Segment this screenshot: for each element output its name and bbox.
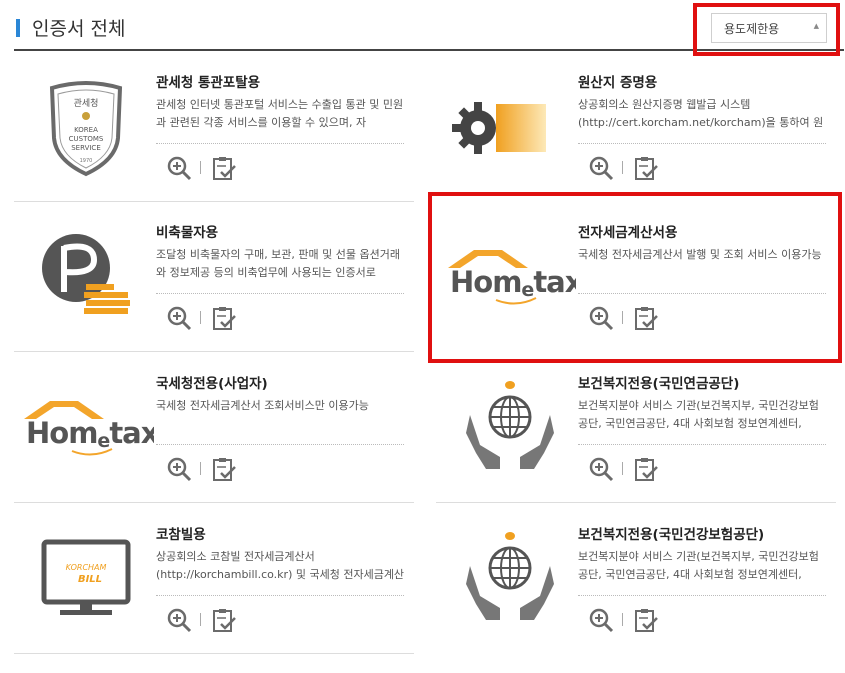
dotted-divider [156, 293, 404, 294]
zoom-in-icon[interactable] [588, 456, 614, 482]
cert-card-origin[interactable]: 원산지 증명용 상공회의소 원산지증명 웹발급 시스템 (http://cert… [436, 52, 836, 202]
zoom-in-icon[interactable] [166, 607, 192, 633]
hometax-part3: tax. [109, 416, 154, 450]
zoom-in-icon[interactable] [166, 305, 192, 331]
cert-card-stockpile[interactable]: 비축물자용 조달청 비축물자의 구매, 보관, 판매 및 선물 옵션거래와 정보… [14, 202, 414, 352]
zoom-in-icon[interactable] [166, 456, 192, 482]
title-accent-bar [16, 19, 20, 37]
bill-text: BILL [78, 574, 102, 585]
svg-text:Hometax.: Hometax. [26, 416, 154, 452]
cert-name[interactable]: 보건복지전용(국민연금공단) [578, 372, 739, 392]
cert-actions [166, 155, 266, 183]
cert-actions [588, 155, 688, 183]
cert-name[interactable]: 코참빌용 [156, 523, 206, 543]
action-divider [200, 311, 201, 324]
cert-name[interactable]: 관세청 통관포탈용 [156, 71, 260, 91]
action-divider [200, 462, 201, 475]
clipboard-check-icon[interactable] [211, 305, 237, 331]
cert-desc: 관세청 인터넷 통관포털 서비스는 수출입 통관 및 민원과 관련된 각종 서비… [156, 98, 404, 129]
cert-card-customs[interactable]: 관세청 KOREA CUSTOMS SERVICE 1970 관세청 통관포탈용… [14, 52, 414, 202]
cert-name[interactable]: 비축물자용 [156, 221, 218, 241]
action-divider [622, 462, 623, 475]
hometax-logo: Hometax. [14, 353, 169, 503]
dotted-divider [156, 444, 404, 445]
emblem-line-2: CUSTOMS [69, 135, 104, 143]
cert-desc: 상공회의소 원산지증명 웹발급 시스템 (http://cert.korcham… [578, 98, 824, 129]
pps-coin-logo [14, 202, 154, 352]
action-divider [622, 161, 623, 174]
card-separator [14, 351, 414, 352]
dotted-divider [578, 143, 826, 144]
emblem-line-1: KOREA [74, 126, 98, 134]
highlight-box-etax-card [428, 192, 842, 363]
zoom-in-icon[interactable] [588, 155, 614, 181]
cert-card-nps[interactable]: 보건복지전용(국민연금공단) 보건복지분야 서비스 기관(보건복지부, 국민건강… [436, 353, 836, 503]
emblem-line-3: SERVICE [71, 144, 101, 152]
dotted-divider [578, 444, 826, 445]
hometax-part1: Hom [26, 416, 97, 450]
korchambill-monitor-logo: KORCHAM BILL [14, 504, 154, 654]
action-divider [200, 613, 201, 626]
clipboard-check-icon[interactable] [211, 155, 237, 181]
clipboard-check-icon[interactable] [633, 607, 659, 633]
cert-desc: 국세청 전자세금계산서 조회서비스만 이용가능 [156, 399, 369, 412]
zoom-in-icon[interactable] [166, 155, 192, 181]
zoom-in-icon[interactable] [588, 607, 614, 633]
korcham-text: KORCHAM [66, 563, 107, 572]
dotted-divider [156, 143, 404, 144]
action-divider [622, 613, 623, 626]
hometax-part2: e [97, 430, 109, 452]
clipboard-check-icon[interactable] [633, 155, 659, 181]
cert-actions [588, 607, 688, 635]
dotted-divider [156, 595, 404, 596]
cert-card-korchambill[interactable]: KORCHAM BILL 코참빌용 상공회의소 코참빌 전자세금계산서 (htt… [14, 504, 414, 654]
cert-name[interactable]: 국세청전용(사업자) [156, 372, 268, 392]
cert-actions [166, 305, 266, 333]
cert-desc: 보건복지분야 서비스 기관(보건복지부, 국민건강보험공단, 국민연금공단, 4… [578, 550, 819, 581]
cert-actions [166, 456, 266, 484]
card-separator [14, 502, 414, 503]
customs-emblem-logo: 관세청 KOREA CUSTOMS SERVICE 1970 [14, 52, 154, 202]
cert-desc: 상공회의소 코참빌 전자세금계산서 (http://korchambill.co… [156, 550, 405, 581]
globe-hands-logo [436, 504, 576, 654]
page-title: 인증서 전체 [32, 18, 126, 40]
clipboard-check-icon[interactable] [211, 456, 237, 482]
emblem-year: 1970 [80, 158, 93, 164]
cert-desc: 조달청 비축물자의 구매, 보관, 판매 및 선물 옵션거래와 정보제공 등의 … [156, 248, 400, 279]
action-divider [200, 161, 201, 174]
cert-desc: 보건복지분야 서비스 기관(보건복지부, 국민건강보험공단, 국민연금공단, 4… [578, 399, 819, 430]
clipboard-check-icon[interactable] [211, 607, 237, 633]
card-separator [436, 502, 836, 503]
usage-filter-select[interactable]: 용도제한용 ▲ [711, 13, 827, 43]
cert-name[interactable]: 보건복지전용(국민건강보험공단) [578, 523, 764, 543]
clipboard-check-icon[interactable] [633, 456, 659, 482]
cert-name[interactable]: 원산지 증명용 [578, 71, 657, 91]
globe-hands-logo [436, 353, 576, 503]
usage-filter-value: 용도제한용 [724, 22, 780, 36]
cert-actions [166, 607, 266, 635]
chevron-up-icon: ▲ [813, 22, 819, 30]
cert-card-nts-business[interactable]: Hometax. 국세청전용(사업자) 국세청 전자세금계산서 조회서비스만 이… [14, 353, 414, 503]
dotted-divider [578, 595, 826, 596]
gear-logo [436, 52, 576, 202]
emblem-top-text: 관세청 [74, 98, 99, 109]
cert-card-nhis[interactable]: 보건복지전용(국민건강보험공단) 보건복지분야 서비스 기관(보건복지부, 국민… [436, 504, 836, 654]
card-separator [14, 653, 414, 654]
cert-actions [588, 456, 688, 484]
